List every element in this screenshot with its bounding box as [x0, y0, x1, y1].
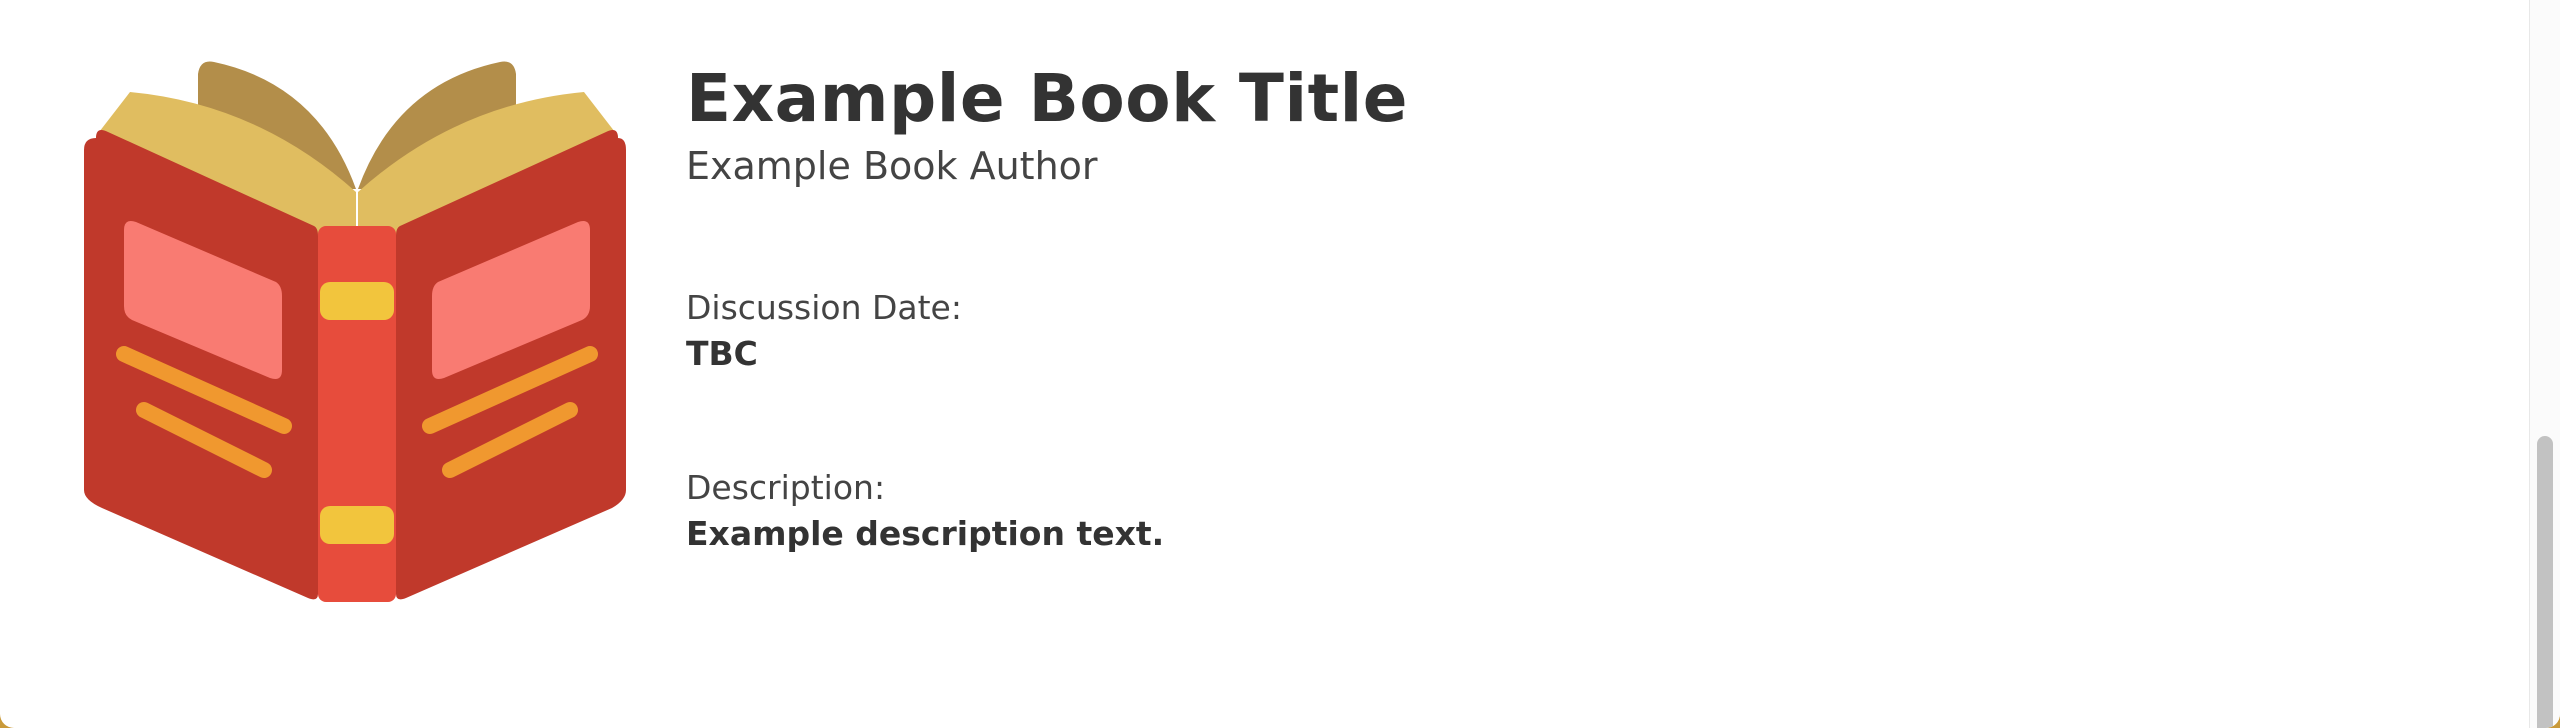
spine-band-bottom — [320, 506, 394, 544]
open-book-icon — [84, 61, 626, 602]
book-detail-view: Example Book Title Example Book Author D… — [0, 0, 2530, 728]
description-value: Example description text. — [686, 514, 1165, 553]
discussion-date-label: Discussion Date: — [686, 288, 962, 327]
book-author: Example Book Author — [686, 144, 1098, 188]
app-window: Example Book Title Example Book Author D… — [0, 0, 2560, 728]
vertical-scrollbar[interactable] — [2529, 0, 2560, 728]
discussion-date-section: Discussion Date: TBC — [686, 286, 962, 378]
description-label: Description: — [686, 468, 886, 507]
spine-band-top — [320, 282, 394, 320]
book-details: Example Book Title Example Book Author D… — [686, 58, 2186, 553]
book-title: Example Book Title — [686, 60, 1409, 137]
description-section: Description: Example description text. — [686, 466, 1164, 558]
scrollbar-thumb[interactable] — [2537, 436, 2553, 728]
discussion-date-value: TBC — [686, 334, 758, 373]
